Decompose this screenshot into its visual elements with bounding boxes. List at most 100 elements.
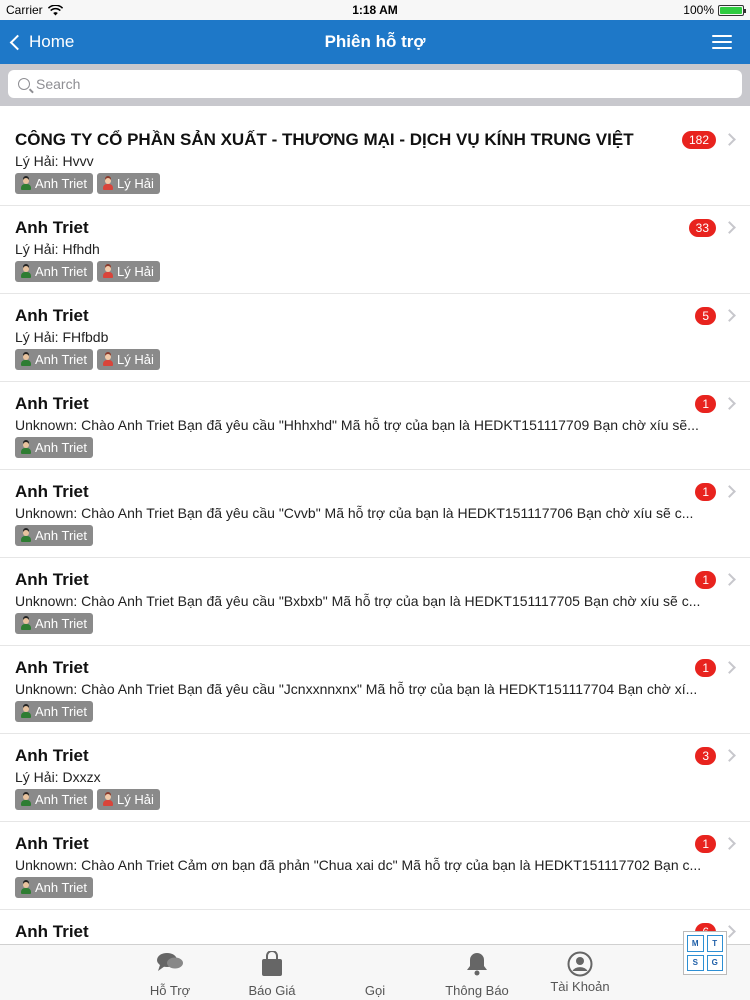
session-title: Anh Triet <box>15 834 89 853</box>
tab-label: Báo Giá <box>248 983 296 998</box>
participant-tag: Anh Triet <box>15 437 94 458</box>
logo-letter: M <box>687 935 704 952</box>
session-row[interactable]: Anh Triet Unknown: Chào Anh Triet Bạn đã … <box>0 470 750 558</box>
unread-count-badge: 182 <box>681 131 716 149</box>
tab-goi[interactable]: M T S G Gọi <box>330 931 727 1000</box>
session-list: CÔNG TY CỔ PHẦN SẢN XUẤT - THƯƠNG MẠI - … <box>0 118 750 944</box>
male-user-icon <box>21 265 31 278</box>
participant-tags: Anh Triet Lý Hải <box>15 261 735 282</box>
unread-count-badge: 3 <box>695 747 716 765</box>
unread-count-badge: 1 <box>695 483 716 501</box>
male-user-icon <box>21 441 31 454</box>
chevron-right-icon <box>723 749 736 762</box>
back-label: Home <box>29 32 75 51</box>
participant-tag: Anh Triet <box>15 877 94 898</box>
page-title: Phiên hỗ trợ <box>324 32 426 51</box>
tab-bar: Hỗ Trợ Báo Giá M T S G Gọi Thông Báo Tài… <box>0 931 750 1000</box>
session-title: Anh Triet <box>15 218 89 237</box>
search-input[interactable] <box>36 76 696 92</box>
battery-icon <box>718 4 746 16</box>
participant-tags: Anh Triet Lý Hải <box>15 349 735 370</box>
participant-name: Anh Triet <box>35 792 88 807</box>
session-title: Anh Triet <box>15 306 89 325</box>
session-row[interactable]: CÔNG TY CỔ PHẦN SẢN XUẤT - THƯƠNG MẠI - … <box>0 118 750 206</box>
session-row[interactable]: Anh Triet Unknown: Chào Anh Triet Bạn đã … <box>0 382 750 470</box>
tab-label: Tài Khoản <box>550 979 610 994</box>
clock: 1:18 AM <box>352 3 398 17</box>
female-user-icon <box>103 793 114 806</box>
chevron-right-icon <box>723 573 736 586</box>
male-user-icon <box>21 705 31 718</box>
session-row[interactable]: Anh Triet Lý Hải: Hfhdh Anh Triet Lý Hải 33 <box>0 206 750 294</box>
session-row[interactable]: Anh Triet Unknown: Chào Anh Triet Cảm ơn … <box>0 822 750 910</box>
participant-tag: Anh Triet <box>15 613 94 634</box>
unread-count-badge: 1 <box>695 395 716 413</box>
female-user-icon <box>103 353 114 366</box>
participant-name: Lý Hải <box>117 792 154 807</box>
participant-name: Lý Hải <box>117 264 154 279</box>
male-user-icon <box>21 353 31 366</box>
unread-count-badge: 5 <box>695 307 716 325</box>
chevron-right-icon <box>723 837 736 850</box>
participant-tag: Anh Triet <box>15 701 94 722</box>
search-bar <box>0 64 750 106</box>
participant-tags: Anh Triet <box>15 525 735 546</box>
tab-tai-khoan[interactable]: Tài Khoản <box>535 945 625 1000</box>
participant-name: Anh Triet <box>35 440 88 455</box>
participant-tag: Lý Hải <box>97 261 160 282</box>
chevron-right-icon <box>723 397 736 410</box>
participant-tags: Anh Triet Lý Hải <box>15 789 735 810</box>
status-right: 100% <box>683 3 746 17</box>
participant-name: Anh Triet <box>35 704 88 719</box>
participant-tag: Lý Hải <box>97 349 160 370</box>
participant-tag: Anh Triet <box>15 789 94 810</box>
session-last-message: Unknown: Chào Anh Triet Bạn đã yêu cầu "… <box>15 417 699 433</box>
session-row[interactable]: Anh Triet Unknown: Chào Anh Triet Bạn đã … <box>0 646 750 734</box>
search-box[interactable] <box>8 70 742 98</box>
chevron-right-icon <box>723 661 736 674</box>
participant-name: Anh Triet <box>35 352 88 367</box>
session-title: Anh Triet <box>15 658 89 677</box>
participant-tag: Lý Hải <box>97 789 160 810</box>
logo-letter: T <box>706 935 723 952</box>
male-user-icon <box>21 793 31 806</box>
male-user-icon <box>21 617 31 630</box>
shopping-bag-icon <box>262 951 282 976</box>
tab-thong-bao[interactable]: Thông Báo <box>432 945 522 1000</box>
participant-name: Anh Triet <box>35 264 88 279</box>
session-row[interactable]: Anh Triet Lý Hải: Dxxzx Anh Triet Lý Hải 3 <box>0 734 750 822</box>
tab-ho-tro[interactable]: Hỗ Trợ <box>125 945 215 1000</box>
session-row[interactable]: Anh Triet Unknown: Chào Anh Triet Bạn đã … <box>0 558 750 646</box>
logo-letter: S <box>687 954 704 971</box>
tab-label: Hỗ Trợ <box>149 983 191 998</box>
participant-tags: Anh Triet <box>15 437 735 458</box>
session-title: Anh Triet <box>15 394 89 413</box>
tab-label: Thông Báo <box>445 983 509 998</box>
session-last-message: Unknown: Chào Anh Triet Cảm ơn bạn đã ph… <box>15 857 702 873</box>
session-last-message: Unknown: Chào Anh Triet Bạn đã yêu cầu "… <box>15 593 701 609</box>
participant-tag: Anh Triet <box>15 173 94 194</box>
session-title: Anh Triet <box>15 746 89 765</box>
chevron-right-icon <box>723 485 736 498</box>
session-last-message: Unknown: Chào Anh Triet Bạn đã yêu cầu "… <box>15 505 694 521</box>
participant-name: Lý Hải <box>117 176 154 191</box>
participant-name: Lý Hải <box>117 352 154 367</box>
tab-label: Gọi <box>364 983 386 998</box>
chat-bubbles-icon <box>157 953 183 971</box>
session-last-message: Lý Hải: Dxxzx <box>15 769 101 785</box>
tab-bao-gia[interactable]: Báo Giá <box>227 945 317 1000</box>
chevron-right-icon <box>723 309 736 322</box>
participant-tags: Anh Triet Lý Hải <box>15 173 735 194</box>
session-row[interactable]: Anh Triet6 <box>0 910 750 944</box>
participant-tags: Anh Triet <box>15 613 735 634</box>
session-row[interactable]: Anh Triet Lý Hải: FHfbdb Anh Triet Lý Hải 5 <box>0 294 750 382</box>
chevron-left-icon <box>9 34 26 50</box>
session-last-message: Unknown: Chào Anh Triet Bạn đã yêu cầu "… <box>15 681 698 697</box>
participant-tags: Anh Triet <box>15 701 735 722</box>
back-button[interactable]: Home <box>8 20 74 64</box>
hamburger-menu-icon[interactable] <box>712 35 732 49</box>
session-title: Anh Triet <box>15 570 89 589</box>
participant-name: Anh Triet <box>35 616 88 631</box>
participant-name: Anh Triet <box>35 176 88 191</box>
session-last-message: Lý Hải: Hfhdh <box>15 241 100 257</box>
